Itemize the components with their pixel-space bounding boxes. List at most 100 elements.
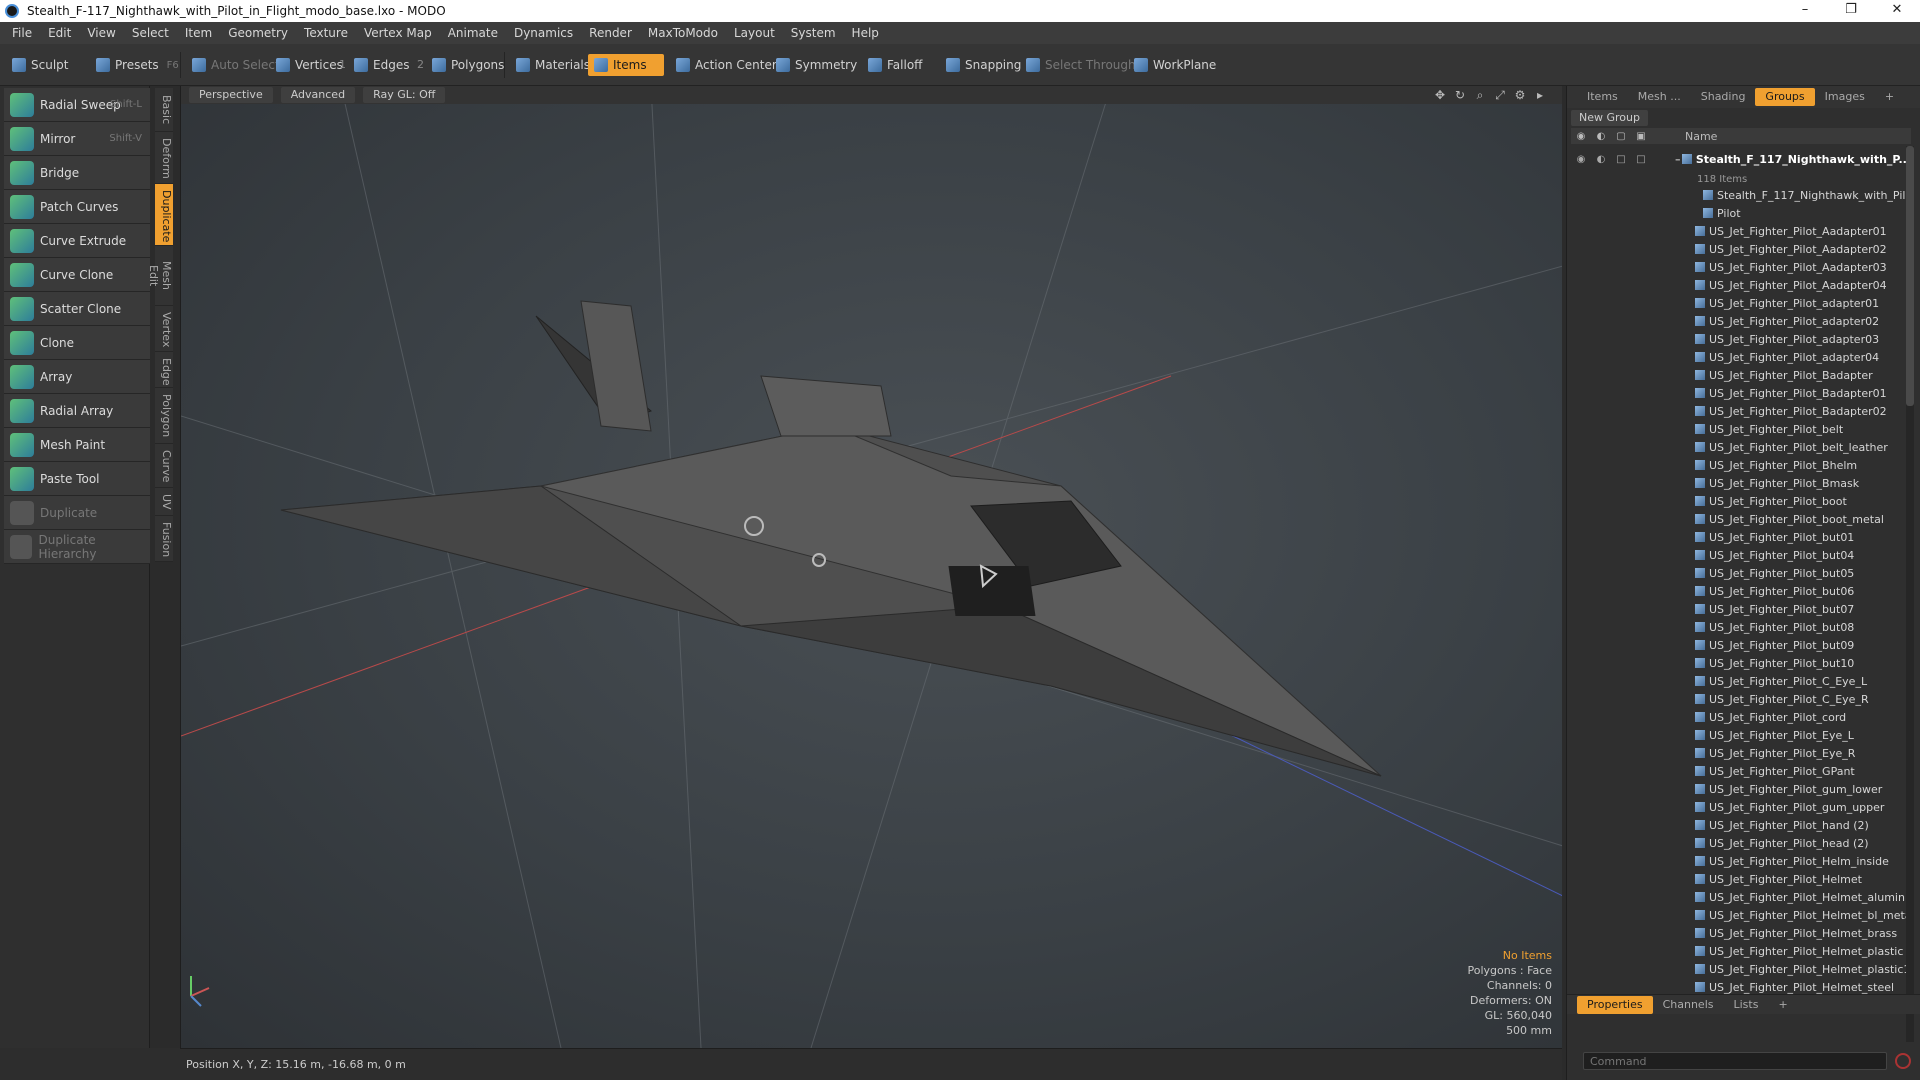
tree-row[interactable]: US_Jet_Fighter_Pilot_Aadapter04 <box>1571 276 1911 294</box>
menu-maxtomodo[interactable]: MaxToModo <box>640 26 726 40</box>
tree-row[interactable]: US_Jet_Fighter_Pilot_boot_metal <box>1571 510 1911 528</box>
tree-row[interactable]: US_Jet_Fighter_Pilot_Aadapter02 <box>1571 240 1911 258</box>
tree-row[interactable]: US_Jet_Fighter_Pilot_adapter04 <box>1571 348 1911 366</box>
tree-row[interactable]: US_Jet_Fighter_Pilot_Helmet_plastic1 <box>1571 960 1911 978</box>
array-tool[interactable]: Array <box>4 360 150 394</box>
paste-tool[interactable]: Paste Tool <box>4 462 150 496</box>
tree-row[interactable]: US_Jet_Fighter_Pilot_but09 <box>1571 636 1911 654</box>
snapping-button[interactable]: Snapping <box>940 54 1027 76</box>
tree-root-group[interactable]: ◉ ◐ □ □ – Stealth_F_117_Nighthawk_with_P… <box>1571 146 1911 172</box>
command-input[interactable] <box>1583 1052 1887 1070</box>
duplicate-hierarchy-tool[interactable]: Duplicate Hierarchy <box>4 530 150 564</box>
tree-row[interactable]: US_Jet_Fighter_Pilot_boot <box>1571 492 1911 510</box>
rotate-icon[interactable]: ↻ <box>1452 87 1468 103</box>
tree-row[interactable]: US_Jet_Fighter_Pilot_Aadapter01 <box>1571 222 1911 240</box>
menu-edit[interactable]: Edit <box>40 26 79 40</box>
menu-view[interactable]: View <box>79 26 123 40</box>
menu-layout[interactable]: Layout <box>726 26 783 40</box>
select-icon[interactable]: ▣ <box>1631 131 1651 142</box>
add-bottom-tab-button[interactable]: + <box>1768 996 1797 1014</box>
tree-row[interactable]: US_Jet_Fighter_Pilot_hand (2) <box>1571 816 1911 834</box>
tree-row[interactable]: US_Jet_Fighter_Pilot_Aadapter03 <box>1571 258 1911 276</box>
root-lock-icon[interactable]: □ <box>1611 154 1631 165</box>
tree-row[interactable]: US_Jet_Fighter_Pilot_Helmet_bl_metal <box>1571 906 1911 924</box>
tab-basic[interactable]: Basic <box>155 88 173 132</box>
menu-item[interactable]: Item <box>177 26 220 40</box>
pan-icon[interactable]: ✥ <box>1432 87 1448 103</box>
clone-tool[interactable]: Clone <box>4 326 150 360</box>
tree-row[interactable]: Stealth_F_117_Nighthawk_with_Pilot ... <box>1571 186 1911 204</box>
tree-row[interactable]: US_Jet_Fighter_Pilot_but06 <box>1571 582 1911 600</box>
menu-help[interactable]: Help <box>844 26 887 40</box>
mesh-paint-tool[interactable]: Mesh Paint <box>4 428 150 462</box>
tab-mesh[interactable]: Mesh ... <box>1628 88 1691 106</box>
tree-row[interactable]: US_Jet_Fighter_Pilot_C_Eye_L <box>1571 672 1911 690</box>
bridge-tool[interactable]: Bridge <box>4 156 150 190</box>
tree-row[interactable]: US_Jet_Fighter_Pilot_Badapter02 <box>1571 402 1911 420</box>
tree-row[interactable]: US_Jet_Fighter_Pilot_adapter02 <box>1571 312 1911 330</box>
scrollbar-thumb[interactable] <box>1906 146 1914 406</box>
shading-advanced-dropdown[interactable]: Advanced <box>280 87 356 103</box>
viewport-settings-gear-icon[interactable]: ⚙ <box>1512 87 1528 103</box>
tree-scrollbar[interactable] <box>1906 146 1914 1042</box>
tree-row[interactable]: US_Jet_Fighter_Pilot_Eye_R <box>1571 744 1911 762</box>
tree-row[interactable]: US_Jet_Fighter_Pilot_but01 <box>1571 528 1911 546</box>
tab-curve[interactable]: Curve <box>155 444 173 488</box>
tab-mesh-edit[interactable]: Mesh Edit <box>147 246 173 306</box>
menu-geometry[interactable]: Geometry <box>220 26 296 40</box>
polygons-button[interactable]: Polygons <box>426 54 510 76</box>
patch-curves-tool[interactable]: Patch Curves <box>4 190 150 224</box>
3d-viewport[interactable]: Perspective Advanced Ray GL: Off ✥ ↻ ⌕ ⤢… <box>180 86 1562 1048</box>
menu-select[interactable]: Select <box>124 26 177 40</box>
tree-row[interactable]: US_Jet_Fighter_Pilot_Badapter01 <box>1571 384 1911 402</box>
select-through-button[interactable]: Select Through <box>1020 54 1142 76</box>
tree-row[interactable]: US_Jet_Fighter_Pilot_Helmet_plastic <box>1571 942 1911 960</box>
tree-row[interactable]: US_Jet_Fighter_Pilot_but05 <box>1571 564 1911 582</box>
vertices-button[interactable]: Vertices <box>270 54 349 76</box>
tree-row[interactable]: US_Jet_Fighter_Pilot_belt_leather <box>1571 438 1911 456</box>
duplicate-tool[interactable]: Duplicate <box>4 496 150 530</box>
tree-row[interactable]: US_Jet_Fighter_Pilot_Bmask <box>1571 474 1911 492</box>
workplane-button[interactable]: WorkPlane <box>1128 54 1222 76</box>
command-clear-icon[interactable] <box>1895 1053 1911 1069</box>
menu-vertex-map[interactable]: Vertex Map <box>356 26 440 40</box>
tree-row[interactable]: US_Jet_Fighter_Pilot_head (2) <box>1571 834 1911 852</box>
presets-button[interactable]: Presets F6 <box>90 54 185 76</box>
tree-row[interactable]: US_Jet_Fighter_Pilot_Bhelm <box>1571 456 1911 474</box>
tab-properties[interactable]: Properties <box>1577 995 1653 1014</box>
add-tab-button[interactable]: + <box>1875 88 1904 106</box>
curve-clone-tool[interactable]: Curve Clone <box>4 258 150 292</box>
menu-texture[interactable]: Texture <box>296 26 356 40</box>
tab-vertex[interactable]: Vertex <box>155 306 173 352</box>
root-render-icon[interactable]: ◐ <box>1591 154 1611 165</box>
tree-row[interactable]: US_Jet_Fighter_Pilot_Helm_inside <box>1571 852 1911 870</box>
maximize-viewport-icon[interactable]: ⤢ <box>1492 87 1508 103</box>
viewport-menu-arrow-icon[interactable]: ▸ <box>1532 87 1548 103</box>
raygl-toggle[interactable]: Ray GL: Off <box>363 87 446 103</box>
root-select-icon[interactable]: □ <box>1631 154 1651 165</box>
tab-uv[interactable]: UV <box>155 488 173 516</box>
tab-groups[interactable]: Groups <box>1755 88 1815 106</box>
edges-button[interactable]: Edges <box>348 54 415 76</box>
new-group-button[interactable]: New Group <box>1571 110 1648 126</box>
render-icon[interactable]: ◐ <box>1591 131 1611 142</box>
tree-row[interactable]: US_Jet_Fighter_Pilot_cord <box>1571 708 1911 726</box>
collapse-arrow-icon[interactable]: – <box>1675 153 1682 166</box>
maximize-button[interactable]: ❐ <box>1828 0 1874 22</box>
tree-row[interactable]: US_Jet_Fighter_Pilot_C_Eye_R <box>1571 690 1911 708</box>
tab-items[interactable]: Items <box>1577 88 1628 106</box>
tab-polygon[interactable]: Polygon <box>155 388 173 444</box>
tab-fusion[interactable]: Fusion <box>155 516 173 562</box>
tab-shading[interactable]: Shading <box>1691 88 1756 106</box>
menu-dynamics[interactable]: Dynamics <box>506 26 581 40</box>
curve-extrude-tool[interactable]: Curve Extrude <box>4 224 150 258</box>
materials-button[interactable]: Materials <box>510 54 596 76</box>
close-button[interactable]: ✕ <box>1874 0 1920 22</box>
tree-row[interactable]: US_Jet_Fighter_Pilot_Helmet <box>1571 870 1911 888</box>
menu-system[interactable]: System <box>783 26 844 40</box>
zoom-icon[interactable]: ⌕ <box>1472 87 1488 103</box>
minimize-button[interactable]: – <box>1782 0 1828 22</box>
tab-deform[interactable]: Deform <box>155 132 173 184</box>
radial-sweep-tool[interactable]: Radial Sweep Shift-L <box>4 88 150 122</box>
tab-channels[interactable]: Channels <box>1653 996 1724 1014</box>
